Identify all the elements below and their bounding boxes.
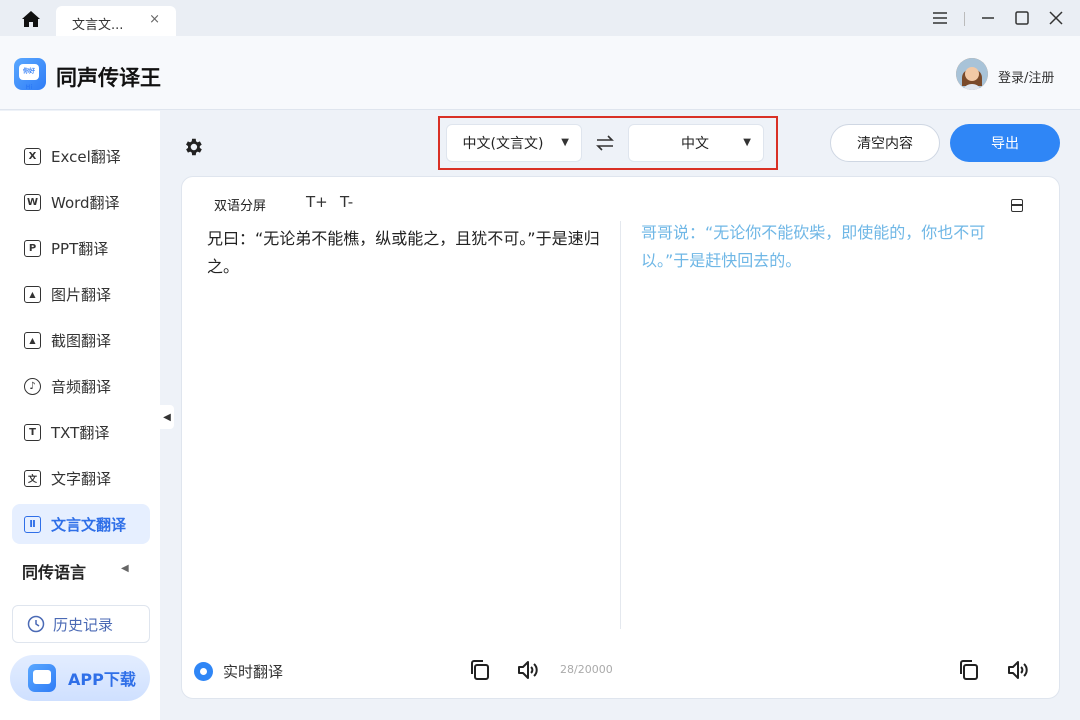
clock-icon: [27, 615, 45, 633]
tab-wenyanwen[interactable]: 文言文... ×: [56, 6, 176, 36]
speaker-translation-icon[interactable]: [1006, 658, 1030, 682]
sidebar-item-word[interactable]: W Word翻译: [12, 182, 150, 222]
sidebar-collapse-icon[interactable]: ◀: [160, 405, 174, 429]
sidebar-item-label: TXT翻译: [51, 423, 110, 442]
sidebar-item-label: 文言文翻译: [51, 515, 127, 534]
sidebar-item-label: Excel翻译: [51, 147, 121, 166]
app-header: 你好 Hi 同声传译王 登录/注册: [0, 36, 1080, 110]
txt-icon: T: [24, 423, 41, 441]
speaker-source-icon[interactable]: [516, 658, 540, 682]
source-text-input[interactable]: 兄曰：“无论弟不能樵，纵或能之，且犹不可。”于是速归之。: [207, 225, 607, 281]
simultaneous-language-heading[interactable]: 同传语言: [22, 559, 86, 583]
sidebar: X Excel翻译 W Word翻译 P PPT翻译 ▲ 图片翻译 ▲ 截图翻译…: [0, 111, 160, 720]
screenshot-icon: ▲: [24, 331, 41, 349]
expand-arrow-icon[interactable]: ◀: [121, 563, 129, 574]
tab-close-icon[interactable]: ×: [149, 12, 160, 27]
word-icon: W: [24, 193, 41, 211]
bilingual-split-toggle[interactable]: 双语分屏: [214, 195, 266, 214]
classical-chinese-icon: Ⅱ: [24, 515, 41, 533]
clear-content-button[interactable]: 清空内容: [830, 124, 940, 162]
radio-checked-icon: [194, 662, 213, 681]
sidebar-item-label: Word翻译: [51, 193, 120, 212]
app-title: 同声传译王: [56, 66, 161, 90]
sidebar-item-txt[interactable]: T TXT翻译: [12, 412, 150, 452]
titlebar-divider: [964, 12, 965, 26]
history-button[interactable]: 历史记录: [12, 605, 150, 643]
ppt-icon: P: [24, 239, 41, 257]
chevron-down-icon: ▼: [743, 137, 751, 148]
sidebar-item-label: 音频翻译: [51, 377, 112, 396]
app-logo-icon: 你好 Hi: [14, 58, 46, 91]
gear-icon[interactable]: [182, 136, 204, 158]
sidebar-item-label: 图片翻译: [51, 285, 112, 304]
panel-divider: [620, 221, 621, 629]
user-avatar-icon: [956, 58, 988, 90]
copy-translation-icon[interactable]: [957, 658, 981, 682]
sidebar-item-text[interactable]: 文 文字翻译: [12, 458, 150, 498]
close-icon[interactable]: [1046, 8, 1066, 28]
tab-label: 文言文...: [72, 18, 124, 33]
copy-source-icon[interactable]: [468, 658, 492, 682]
character-count: 28/20000: [560, 663, 613, 676]
target-language-select[interactable]: 中文 ▼: [628, 124, 764, 162]
export-button[interactable]: 导出: [950, 124, 1060, 162]
translation-panel: 双语分屏 T+ T- 兄曰：“无论弟不能樵，纵或能之，且犹不可。”于是速归之。 …: [181, 176, 1060, 699]
sidebar-item-label: 截图翻译: [51, 331, 112, 350]
realtime-label: 实时翻译: [223, 663, 284, 681]
source-language-value: 中文(文言文): [462, 136, 544, 152]
sidebar-item-image[interactable]: ▲ 图片翻译: [12, 274, 150, 314]
sidebar-item-ppt[interactable]: P PPT翻译: [12, 228, 150, 268]
translated-text: 哥哥说：“无论你不能砍柴，即使能的，你也不可以。”于是赶快回去的。: [641, 223, 986, 270]
image-icon: ▲: [24, 285, 41, 303]
menu-icon[interactable]: [930, 8, 950, 28]
home-icon[interactable]: [20, 9, 42, 29]
login-register-link[interactable]: 登录/注册: [998, 67, 1054, 86]
text-icon: 文: [24, 469, 41, 487]
sidebar-item-excel[interactable]: X Excel翻译: [12, 136, 150, 176]
sidebar-item-screenshot[interactable]: ▲ 截图翻译: [12, 320, 150, 360]
app-download-button[interactable]: APP下载: [10, 655, 150, 701]
chevron-down-icon: ▼: [561, 137, 569, 148]
font-increase-icon[interactable]: T+: [306, 193, 328, 211]
app-logo-icon: [28, 664, 56, 692]
maximize-icon[interactable]: [1012, 8, 1032, 28]
sidebar-item-audio[interactable]: ♪ 音频翻译: [12, 366, 150, 406]
sidebar-item-label: PPT翻译: [51, 239, 109, 258]
excel-icon: X: [24, 147, 41, 165]
sidebar-item-label: 文字翻译: [51, 469, 112, 488]
audio-icon: ♪: [24, 377, 41, 395]
swap-languages-icon[interactable]: [594, 132, 616, 154]
app-download-label: APP下载: [68, 670, 136, 689]
layout-toggle-icon[interactable]: [1011, 199, 1023, 212]
font-decrease-icon[interactable]: T-: [340, 193, 353, 211]
realtime-translation-toggle[interactable]: 实时翻译: [194, 661, 283, 682]
avatar[interactable]: [956, 58, 988, 90]
title-bar: 文言文... ×: [0, 0, 1080, 36]
minimize-icon[interactable]: [978, 8, 998, 28]
sidebar-item-classical-chinese[interactable]: Ⅱ 文言文翻译: [12, 504, 150, 544]
target-language-value: 中文: [681, 136, 709, 152]
history-label: 历史记录: [53, 615, 114, 634]
source-language-select[interactable]: 中文(文言文) ▼: [446, 124, 582, 162]
